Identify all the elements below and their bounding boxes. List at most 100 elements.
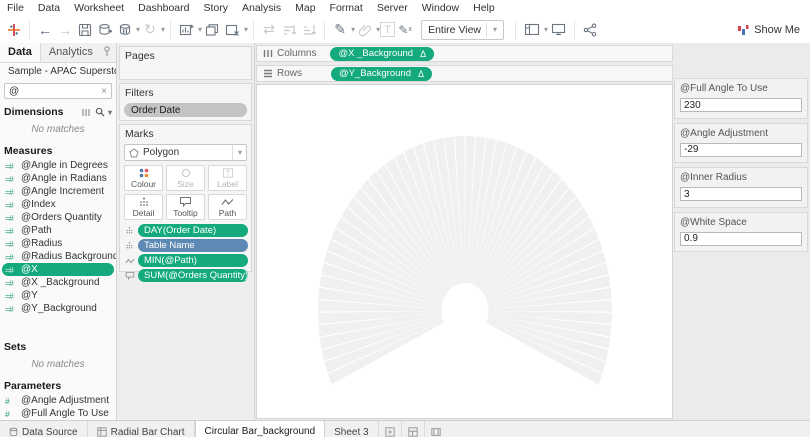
- duplicate-sheet-icon[interactable]: [202, 18, 222, 42]
- tab-circular-bar-background[interactable]: Circular Bar_background: [195, 421, 326, 437]
- new-dashboard-tab-icon[interactable]: [402, 421, 425, 437]
- param-input-inner-radius[interactable]: [680, 187, 802, 201]
- pill-day-order-date[interactable]: DAY(Order Date): [138, 224, 248, 237]
- pages-card[interactable]: Pages: [119, 46, 252, 80]
- detail-icon: [138, 197, 150, 207]
- pin-icon[interactable]: [103, 43, 116, 62]
- tooltip-button[interactable]: Tooltip: [166, 194, 205, 220]
- measure-item[interactable]: =#@Radius Background: [0, 250, 116, 263]
- measure-label: @Angle in Radians: [21, 173, 107, 184]
- field-search-box[interactable]: ×: [4, 83, 112, 99]
- highlight-icon[interactable]: ✎: [330, 18, 350, 42]
- menu-analysis[interactable]: Analysis: [235, 2, 288, 14]
- marks-card[interactable]: Marks Polygon ▾ Colour Size: [119, 124, 252, 272]
- menu-map[interactable]: Map: [288, 2, 322, 14]
- new-datasource-icon[interactable]: [95, 18, 115, 42]
- measure-item-selected[interactable]: =#@X: [2, 263, 114, 276]
- swap-axes-icon[interactable]: ⇄: [259, 18, 279, 42]
- menu-worksheet[interactable]: Worksheet: [67, 2, 131, 14]
- redo-icon[interactable]: →: [55, 18, 75, 42]
- measure-item[interactable]: =#@Angle in Degrees: [0, 159, 116, 172]
- save-icon[interactable]: [75, 18, 95, 42]
- measure-item[interactable]: =#@Index: [0, 198, 116, 211]
- measure-item[interactable]: =#@Path: [0, 224, 116, 237]
- refresh-icon[interactable]: ↻: [140, 18, 160, 42]
- group-members-icon[interactable]: [355, 18, 375, 42]
- sort-descending-icon[interactable]: [299, 18, 319, 42]
- measure-item[interactable]: =#@Radius: [0, 237, 116, 250]
- measure-label: @Y_Background: [21, 303, 97, 314]
- tab-sheet-3[interactable]: Sheet 3: [325, 421, 378, 437]
- pages-label: Pages: [120, 47, 251, 64]
- find-field-icon[interactable]: [95, 107, 105, 117]
- sort-ascending-icon[interactable]: [279, 18, 299, 42]
- refresh-caret[interactable]: ▾: [161, 25, 165, 34]
- mark-type-caret[interactable]: ▾: [238, 148, 242, 157]
- menu-format[interactable]: Format: [323, 2, 370, 14]
- measure-item[interactable]: =#@Angle Increment: [0, 185, 116, 198]
- colour-icon: [138, 168, 150, 178]
- new-worksheet-icon[interactable]: [176, 18, 197, 42]
- measure-item[interactable]: =#@X _Background: [0, 276, 116, 289]
- fit-dropdown-caret[interactable]: ▾: [493, 25, 497, 34]
- rows-shelf[interactable]: Rows @Y_Background Δ: [256, 65, 673, 82]
- filter-pill-order-date[interactable]: Order Date: [124, 103, 247, 117]
- menu-dashboard[interactable]: Dashboard: [131, 2, 196, 14]
- filters-card[interactable]: Filters Order Date: [119, 83, 252, 121]
- text-label-icon[interactable]: T: [380, 22, 395, 37]
- presentation-mode-icon[interactable]: [548, 18, 569, 42]
- measure-item[interactable]: =#@Orders Quantity: [0, 211, 116, 224]
- menu-help[interactable]: Help: [466, 2, 502, 14]
- measure-item[interactable]: =#@Y_Background: [0, 302, 116, 315]
- menu-story[interactable]: Story: [196, 2, 235, 14]
- viz-canvas[interactable]: [256, 84, 673, 419]
- label-button[interactable]: T Label: [208, 165, 247, 191]
- size-button[interactable]: Size: [166, 165, 205, 191]
- show-hide-cards-icon[interactable]: [521, 18, 543, 42]
- new-story-tab-icon[interactable]: [425, 421, 447, 437]
- pause-updates-icon[interactable]: [115, 18, 135, 42]
- measures-label: Measures: [4, 145, 52, 157]
- detail-button-label: Detail: [133, 208, 155, 218]
- group-by-folder-icon[interactable]: [82, 108, 92, 117]
- pill-sum-orders-quantity[interactable]: SUM(@Orders Quantity): [138, 269, 248, 282]
- show-me-button[interactable]: Show Me: [737, 24, 800, 36]
- measure-item[interactable]: =#@Y: [0, 289, 116, 302]
- undo-icon[interactable]: ←: [35, 18, 55, 42]
- pill-table-name[interactable]: Table Name: [138, 239, 248, 252]
- mark-type-dropdown[interactable]: Polygon ▾: [124, 144, 247, 161]
- param-input-white-space[interactable]: [680, 232, 802, 246]
- tab-analytics[interactable]: Analytics: [41, 43, 101, 62]
- tab-data-source[interactable]: Data Source: [0, 421, 88, 437]
- menu-file[interactable]: File: [0, 2, 31, 14]
- field-search-input[interactable]: [9, 86, 101, 97]
- rows-pill[interactable]: @Y_Background Δ: [331, 67, 432, 81]
- datasource-row[interactable]: Sample - APAC Supersto...: [0, 63, 116, 80]
- fit-dropdown[interactable]: Entire View ▾: [421, 20, 504, 40]
- menu-window[interactable]: Window: [415, 2, 466, 14]
- tableau-logo-icon[interactable]: [4, 18, 24, 42]
- dimensions-menu-caret[interactable]: ▾: [108, 108, 112, 117]
- tab-data[interactable]: Data: [0, 43, 41, 62]
- mark-labels-icon[interactable]: ✎x: [395, 18, 415, 42]
- columns-shelf[interactable]: Columns @X _Background Δ: [256, 45, 673, 62]
- colour-button[interactable]: Colour: [124, 165, 163, 191]
- menu-data[interactable]: Data: [31, 2, 67, 14]
- param-input-full-angle[interactable]: [680, 98, 802, 112]
- tooltip-icon: [123, 271, 136, 280]
- clear-search-icon[interactable]: ×: [101, 86, 107, 97]
- tab-radial-bar-chart[interactable]: Radial Bar Chart: [88, 421, 195, 437]
- pill-min-path[interactable]: MIN(@Path): [138, 254, 248, 267]
- path-button[interactable]: Path: [208, 194, 247, 220]
- measure-item[interactable]: =#@Angle in Radians: [0, 172, 116, 185]
- clear-sheet-caret[interactable]: ▾: [244, 25, 248, 34]
- share-icon[interactable]: [580, 18, 600, 42]
- param-input-angle-adjustment[interactable]: [680, 143, 802, 157]
- columns-pill[interactable]: @X _Background Δ: [330, 47, 434, 61]
- parameter-item[interactable]: #@Full Angle To Use: [0, 407, 116, 420]
- new-worksheet-tab-icon[interactable]: [379, 421, 402, 437]
- menu-server[interactable]: Server: [370, 2, 415, 14]
- parameter-item[interactable]: #@Angle Adjustment: [0, 394, 116, 407]
- clear-sheet-icon[interactable]: [222, 18, 243, 42]
- detail-button[interactable]: Detail: [124, 194, 163, 220]
